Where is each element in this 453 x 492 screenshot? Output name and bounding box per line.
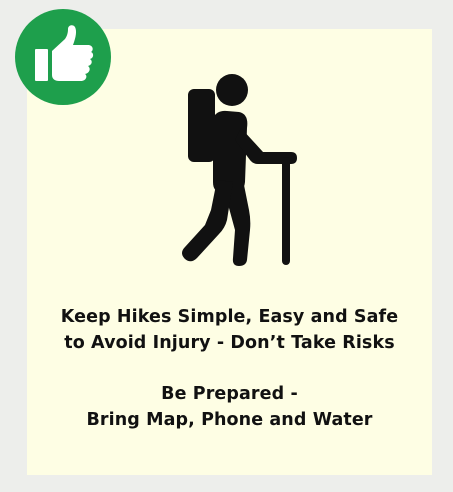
thumbs-up-badge <box>15 9 111 105</box>
preparation-message: Be Prepared - Bring Map, Phone and Water <box>27 381 432 433</box>
prepared-line-2: Bring Map, Phone and Water <box>86 410 373 430</box>
prepared-line-1: Be Prepared - <box>161 384 298 404</box>
thumbs-up-icon <box>35 25 94 81</box>
headline-line-2: to Avoid Injury - Don’t Take Risks <box>64 333 395 353</box>
hiker-icon <box>182 74 297 266</box>
safety-headline: Keep Hikes Simple, Easy and Safe to Avoi… <box>27 304 432 356</box>
headline-line-1: Keep Hikes Simple, Easy and Safe <box>60 307 399 327</box>
